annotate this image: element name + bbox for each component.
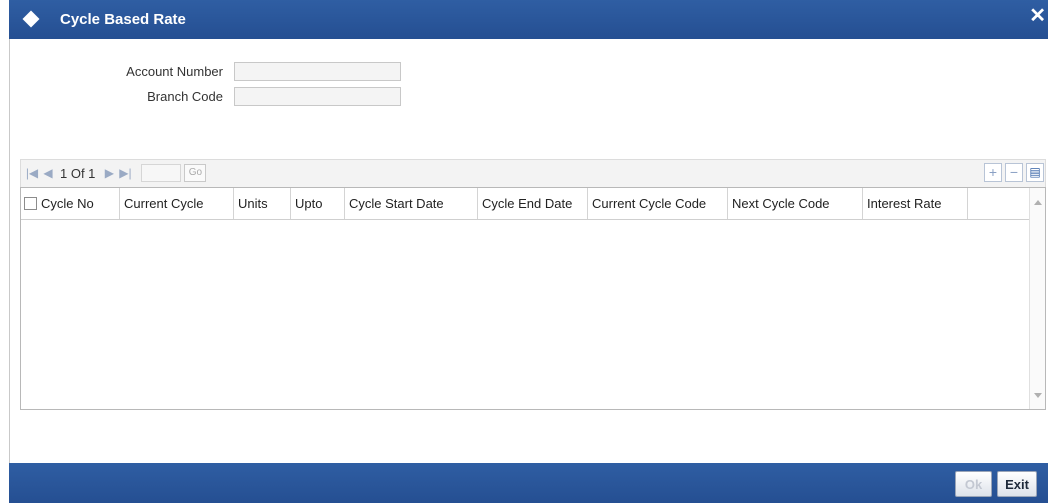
window-titlebar: Cycle Based Rate ✕ <box>9 0 1048 39</box>
grid-scrollbar[interactable] <box>1029 188 1045 409</box>
go-button[interactable]: Go <box>184 164 207 182</box>
pager: |◀ ◀ 1 Of 1 ▶ ▶| Go <box>24 164 207 182</box>
col-filler <box>968 188 1029 219</box>
page-number-input[interactable] <box>141 164 182 182</box>
account-number-field[interactable] <box>234 62 401 81</box>
col-cycle-no: Cycle No <box>21 188 120 219</box>
cycle-rate-grid: Cycle No Current Cycle Units Upto Cycle … <box>20 187 1046 410</box>
col-next-cycle-code[interactable]: Next Cycle Code <box>728 188 863 219</box>
exit-button[interactable]: Exit <box>997 471 1037 497</box>
close-icon[interactable]: ✕ <box>1029 6 1046 26</box>
prev-page-icon[interactable]: ◀ <box>40 166 56 180</box>
account-number-row: Account Number <box>0 62 420 82</box>
grid-header: Cycle No Current Cycle Units Upto Cycle … <box>21 188 1029 220</box>
scroll-down-icon[interactable] <box>1034 393 1042 398</box>
first-page-icon[interactable]: |◀ <box>24 166 40 180</box>
scroll-up-icon[interactable] <box>1034 200 1042 205</box>
diamond-icon <box>22 10 40 28</box>
col-current-cycle-code[interactable]: Current Cycle Code <box>588 188 728 219</box>
col-cycle-no-label: Cycle No <box>41 196 94 211</box>
branch-code-field[interactable] <box>234 87 401 106</box>
col-interest-rate[interactable]: Interest Rate <box>863 188 968 219</box>
grid-actions: + − ▤ <box>984 163 1044 182</box>
branch-code-row: Branch Code <box>0 87 420 107</box>
col-cycle-start-date[interactable]: Cycle Start Date <box>345 188 478 219</box>
account-number-label: Account Number <box>126 64 223 79</box>
branch-code-label: Branch Code <box>147 89 223 104</box>
window-footer: Ok Exit <box>9 463 1048 503</box>
col-current-cycle[interactable]: Current Cycle <box>120 188 234 219</box>
col-units[interactable]: Units <box>234 188 291 219</box>
window-title: Cycle Based Rate <box>60 11 186 28</box>
select-all-checkbox[interactable] <box>24 197 37 210</box>
grid-toolbar: |◀ ◀ 1 Of 1 ▶ ▶| Go + − ▤ <box>20 159 1046 187</box>
delete-row-button[interactable]: − <box>1005 163 1023 182</box>
col-cycle-end-date[interactable]: Cycle End Date <box>478 188 588 219</box>
single-view-button[interactable]: ▤ <box>1026 163 1044 182</box>
page-status: 1 Of 1 <box>60 165 96 181</box>
add-row-button[interactable]: + <box>984 163 1002 182</box>
col-upto[interactable]: Upto <box>291 188 345 219</box>
next-page-icon[interactable]: ▶ <box>101 166 117 180</box>
last-page-icon[interactable]: ▶| <box>117 166 133 180</box>
ok-button[interactable]: Ok <box>955 471 992 497</box>
